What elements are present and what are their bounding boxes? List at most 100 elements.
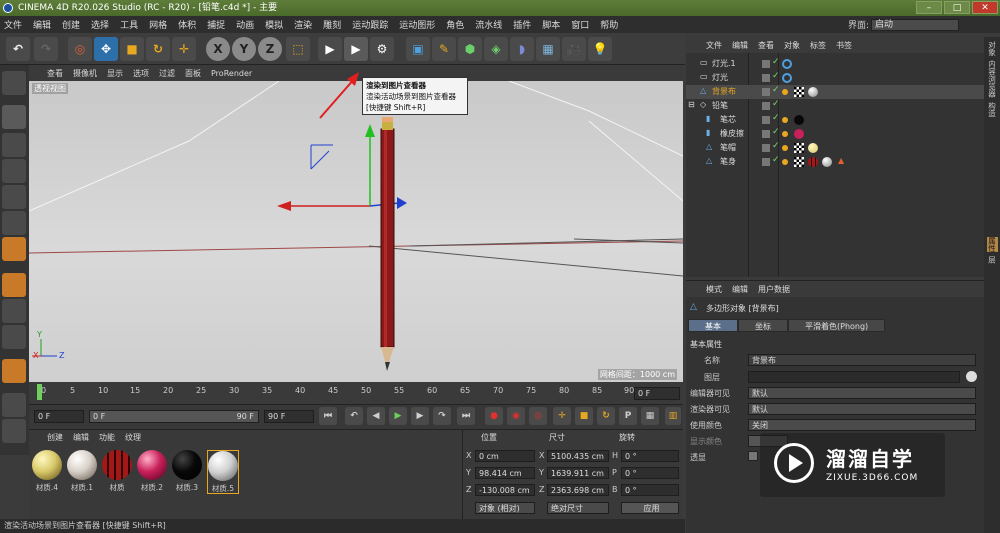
layer-field[interactable] bbox=[748, 371, 960, 383]
om-menu-tags[interactable]: 标签 bbox=[810, 40, 826, 51]
visibility-toggle[interactable] bbox=[762, 60, 770, 68]
menu-sculpt[interactable]: 雕刻 bbox=[323, 18, 341, 31]
size-y-field[interactable]: 1639.911 cm bbox=[547, 467, 609, 479]
am-menu-edit[interactable]: 编辑 bbox=[732, 284, 748, 295]
visibility-toggle[interactable] bbox=[762, 88, 770, 96]
position-z-field[interactable]: -130.008 cm bbox=[475, 484, 535, 496]
key-scale-icon[interactable]: ■ bbox=[575, 407, 593, 425]
enabled-check-icon[interactable]: ✓ bbox=[772, 71, 780, 81]
menu-motion-tracking[interactable]: 运动跟踪 bbox=[352, 18, 388, 31]
material-item-selected[interactable]: 材质.5 bbox=[207, 450, 239, 494]
goto-end-icon[interactable]: ⏭ bbox=[457, 407, 475, 425]
viewport-menu-panel[interactable]: 面板 bbox=[185, 68, 201, 79]
enabled-check-icon[interactable]: ✓ bbox=[772, 85, 780, 95]
target-tag-icon[interactable] bbox=[782, 73, 792, 83]
material-tag-icon[interactable] bbox=[794, 115, 804, 125]
menu-animate[interactable]: 动画 bbox=[236, 18, 254, 31]
material-menu-create[interactable]: 创建 bbox=[47, 432, 63, 443]
z-axis-icon[interactable]: Z bbox=[258, 37, 282, 61]
lock-workplane-icon[interactable] bbox=[2, 393, 26, 417]
viewport-menu-camera[interactable]: 摄像机 bbox=[73, 68, 97, 79]
timeline-ruler[interactable]: 0 5 10 15 20 25 30 35 40 45 50 55 60 65 … bbox=[29, 382, 683, 404]
visibility-toggle[interactable] bbox=[762, 158, 770, 166]
material-item[interactable]: 材质.1 bbox=[66, 450, 98, 494]
material-tag-icon[interactable] bbox=[822, 157, 832, 167]
timeline-end-field[interactable]: 0 F bbox=[634, 387, 680, 400]
viewport-menu-view[interactable]: 查看 bbox=[47, 68, 63, 79]
points-mode-icon[interactable] bbox=[2, 185, 26, 209]
enabled-check-icon[interactable]: ✓ bbox=[772, 113, 780, 123]
uvw-tag-icon[interactable] bbox=[794, 157, 804, 167]
preview-range-slider[interactable]: 0 F 90 F bbox=[89, 410, 259, 423]
play-icon[interactable]: ▶ bbox=[389, 407, 407, 425]
key-position-icon[interactable]: ✛ bbox=[553, 407, 571, 425]
side-tab-layers[interactable]: 层 bbox=[987, 256, 998, 264]
rotate-icon[interactable]: ↻ bbox=[146, 37, 170, 61]
undo-icon[interactable]: ↶ bbox=[6, 37, 30, 61]
close-button[interactable]: ✕ bbox=[972, 1, 998, 14]
apply-button[interactable]: 应用 bbox=[621, 502, 679, 514]
recent-tool-icon[interactable]: ✛ bbox=[172, 37, 196, 61]
side-tab-attributes[interactable]: 属性 bbox=[986, 236, 998, 252]
material-tag-icon[interactable] bbox=[808, 87, 818, 97]
scale-icon[interactable]: ■ bbox=[120, 37, 144, 61]
model-mode-icon[interactable] bbox=[2, 105, 26, 129]
plane-handle-blue-3[interactable] bbox=[310, 150, 330, 170]
om-menu-view[interactable]: 查看 bbox=[758, 40, 774, 51]
coord-mode-select[interactable]: 对象 (相对) bbox=[475, 502, 535, 514]
visibility-toggle[interactable] bbox=[762, 102, 770, 110]
enabled-check-icon[interactable]: ✓ bbox=[772, 99, 780, 109]
camera-icon[interactable]: 🎥 bbox=[562, 37, 586, 61]
am-menu-user-data[interactable]: 用户数据 bbox=[758, 284, 790, 295]
end-frame-field[interactable]: 90 F bbox=[264, 410, 314, 423]
menu-create[interactable]: 创建 bbox=[62, 18, 80, 31]
tab-coordinates[interactable]: 坐标 bbox=[738, 319, 788, 332]
maximize-button[interactable]: □ bbox=[944, 1, 970, 14]
move-arrow-z[interactable] bbox=[397, 197, 407, 209]
key-pla-icon[interactable]: ▦ bbox=[641, 407, 659, 425]
rotation-h-field[interactable]: 0 ° bbox=[621, 450, 679, 462]
coordinate-system-icon[interactable]: ⬚ bbox=[286, 37, 310, 61]
menu-simulate[interactable]: 模拟 bbox=[265, 18, 283, 31]
material-item[interactable]: 材质.2 bbox=[136, 450, 168, 494]
subdivision-surface-icon[interactable]: ⬢ bbox=[458, 37, 482, 61]
deformer-icon[interactable]: ◗ bbox=[510, 37, 534, 61]
om-menu-file[interactable]: 文件 bbox=[706, 40, 722, 51]
autokey-icon[interactable]: ◉ bbox=[507, 407, 525, 425]
edges-mode-icon[interactable] bbox=[2, 211, 26, 235]
minimize-button[interactable]: – bbox=[916, 1, 942, 14]
floor-icon[interactable]: ▦ bbox=[536, 37, 560, 61]
visibility-toggle[interactable] bbox=[762, 74, 770, 82]
object-row-selected[interactable]: △ 背景布 ✓ bbox=[686, 85, 984, 99]
use-color-select[interactable]: 关闭 bbox=[748, 419, 976, 431]
light-icon[interactable]: 💡 bbox=[588, 37, 612, 61]
collapse-icon[interactable]: ⊟ bbox=[688, 100, 695, 109]
move-arrow-x[interactable] bbox=[277, 201, 291, 211]
menu-file[interactable]: 文件 bbox=[4, 18, 22, 31]
material-item[interactable]: 材质.3 bbox=[171, 450, 203, 494]
material-item[interactable]: 材质 bbox=[101, 450, 133, 494]
position-x-field[interactable]: 0 cm bbox=[475, 450, 535, 462]
warning-triangle-icon[interactable]: ▲ bbox=[838, 156, 844, 165]
edit-render-settings-icon[interactable]: ⚙ bbox=[370, 37, 394, 61]
viewport-menu-display[interactable]: 显示 bbox=[107, 68, 123, 79]
viewport-menu-filter[interactable]: 过滤 bbox=[159, 68, 175, 79]
visibility-toggle[interactable] bbox=[762, 130, 770, 138]
enabled-check-icon[interactable]: ✓ bbox=[772, 141, 780, 151]
magnet-icon[interactable] bbox=[2, 359, 26, 383]
phong-tag-icon[interactable] bbox=[782, 145, 788, 151]
goto-start-icon[interactable]: ⏮ bbox=[319, 407, 337, 425]
target-tag-icon[interactable] bbox=[782, 59, 792, 69]
move-icon[interactable]: ✥ bbox=[94, 37, 118, 61]
uvw-tag-icon[interactable] bbox=[794, 87, 804, 97]
menu-mesh[interactable]: 网格 bbox=[149, 18, 167, 31]
tweak-icon[interactable] bbox=[2, 299, 26, 323]
menu-tools[interactable]: 工具 bbox=[120, 18, 138, 31]
render-view-icon[interactable]: ▶ bbox=[318, 37, 342, 61]
tab-phong[interactable]: 平滑着色(Phong) bbox=[788, 319, 886, 332]
enable-axis-icon[interactable] bbox=[2, 273, 26, 297]
enabled-check-icon[interactable]: ✓ bbox=[772, 155, 780, 165]
editor-visible-select[interactable]: 默认 bbox=[748, 387, 976, 399]
menu-snap[interactable]: 捕捉 bbox=[207, 18, 225, 31]
phong-tag-icon[interactable] bbox=[782, 159, 788, 165]
